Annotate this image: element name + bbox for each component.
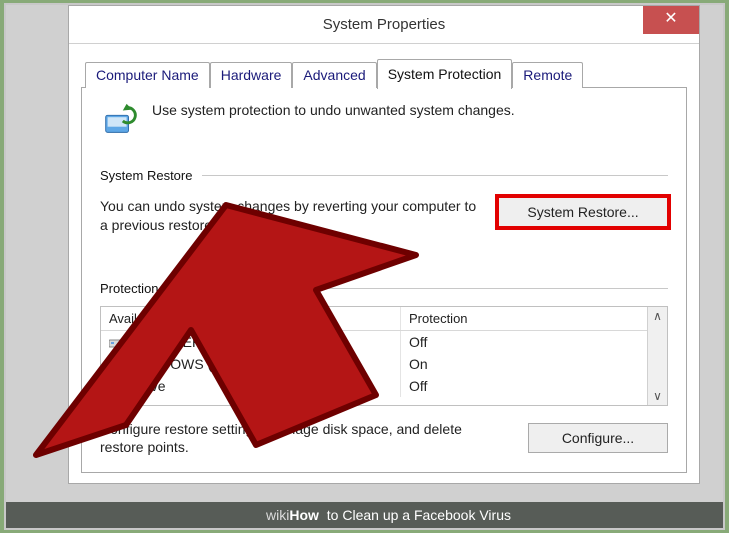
intro-text: Use system protection to undo unwanted s… <box>152 102 515 118</box>
tab-area: Computer Name Hardware Advanced System P… <box>69 44 699 483</box>
system-protection-icon <box>100 102 138 140</box>
table-row[interactable]: Drive Off <box>101 375 647 397</box>
tab-hardware[interactable]: Hardware <box>210 62 293 88</box>
divider <box>219 288 668 289</box>
tab-computer-name[interactable]: Computer Name <box>85 62 210 88</box>
protection-settings-heading: Protection Settings <box>100 281 209 296</box>
drive-icon <box>109 359 125 371</box>
image-frame: System Properties ✕ Computer Name Hardwa… <box>4 3 725 530</box>
tab-system-protection[interactable]: System Protection <box>377 59 513 89</box>
system-restore-button[interactable]: System Restore... <box>498 197 668 227</box>
drives-list: Available Drives Protection RECOVERY Off <box>100 306 668 406</box>
drive-icon <box>109 337 125 349</box>
column-available-drives: Available Drives <box>101 307 401 330</box>
scroll-down-icon[interactable]: ∨ <box>653 387 662 405</box>
table-row[interactable]: WINDOWS (C:) (System) On <box>101 353 647 375</box>
system-restore-description: You can undo system changes by reverting… <box>100 197 478 235</box>
drive-label: WINDOWS (C:) (System) <box>133 356 291 372</box>
protection-settings-section: Protection Settings Available Drives Pro… <box>100 281 668 456</box>
tab-advanced[interactable]: Advanced <box>292 62 376 88</box>
article-caption: wikiHow to Clean up a Facebook Virus <box>6 502 723 528</box>
configure-button[interactable]: Configure... <box>528 423 668 453</box>
scroll-up-icon[interactable]: ∧ <box>653 307 662 325</box>
divider <box>202 175 668 176</box>
titlebar: System Properties ✕ <box>69 6 699 44</box>
drive-icon <box>109 381 125 393</box>
drive-label: Drive <box>133 378 166 394</box>
window-title: System Properties <box>323 16 446 33</box>
tab-strip: Computer Name Hardware Advanced System P… <box>81 58 687 88</box>
scrollbar[interactable]: ∧ ∨ <box>647 307 667 405</box>
wikihow-brand: wikiHow <box>266 507 323 523</box>
system-restore-heading: System Restore <box>100 168 192 183</box>
column-protection: Protection <box>401 307 647 330</box>
protection-value: Off <box>401 331 647 353</box>
intro-row: Use system protection to undo unwanted s… <box>100 102 668 140</box>
protection-value: On <box>401 353 647 375</box>
drive-label: RECOVERY <box>133 334 211 350</box>
tab-panel: Use system protection to undo unwanted s… <box>81 87 687 473</box>
caption-text: to Clean up a Facebook Virus <box>327 507 511 523</box>
system-properties-window: System Properties ✕ Computer Name Hardwa… <box>68 5 700 484</box>
system-restore-section: System Restore You can undo system chang… <box>100 168 668 235</box>
tab-remote[interactable]: Remote <box>512 62 583 88</box>
drives-header: Available Drives Protection <box>101 307 647 331</box>
close-icon: ✕ <box>664 10 677 27</box>
table-row[interactable]: RECOVERY Off <box>101 331 647 353</box>
configure-description: Configure restore settings, manage disk … <box>100 420 498 456</box>
close-button[interactable]: ✕ <box>643 6 699 34</box>
protection-value: Off <box>401 375 647 397</box>
